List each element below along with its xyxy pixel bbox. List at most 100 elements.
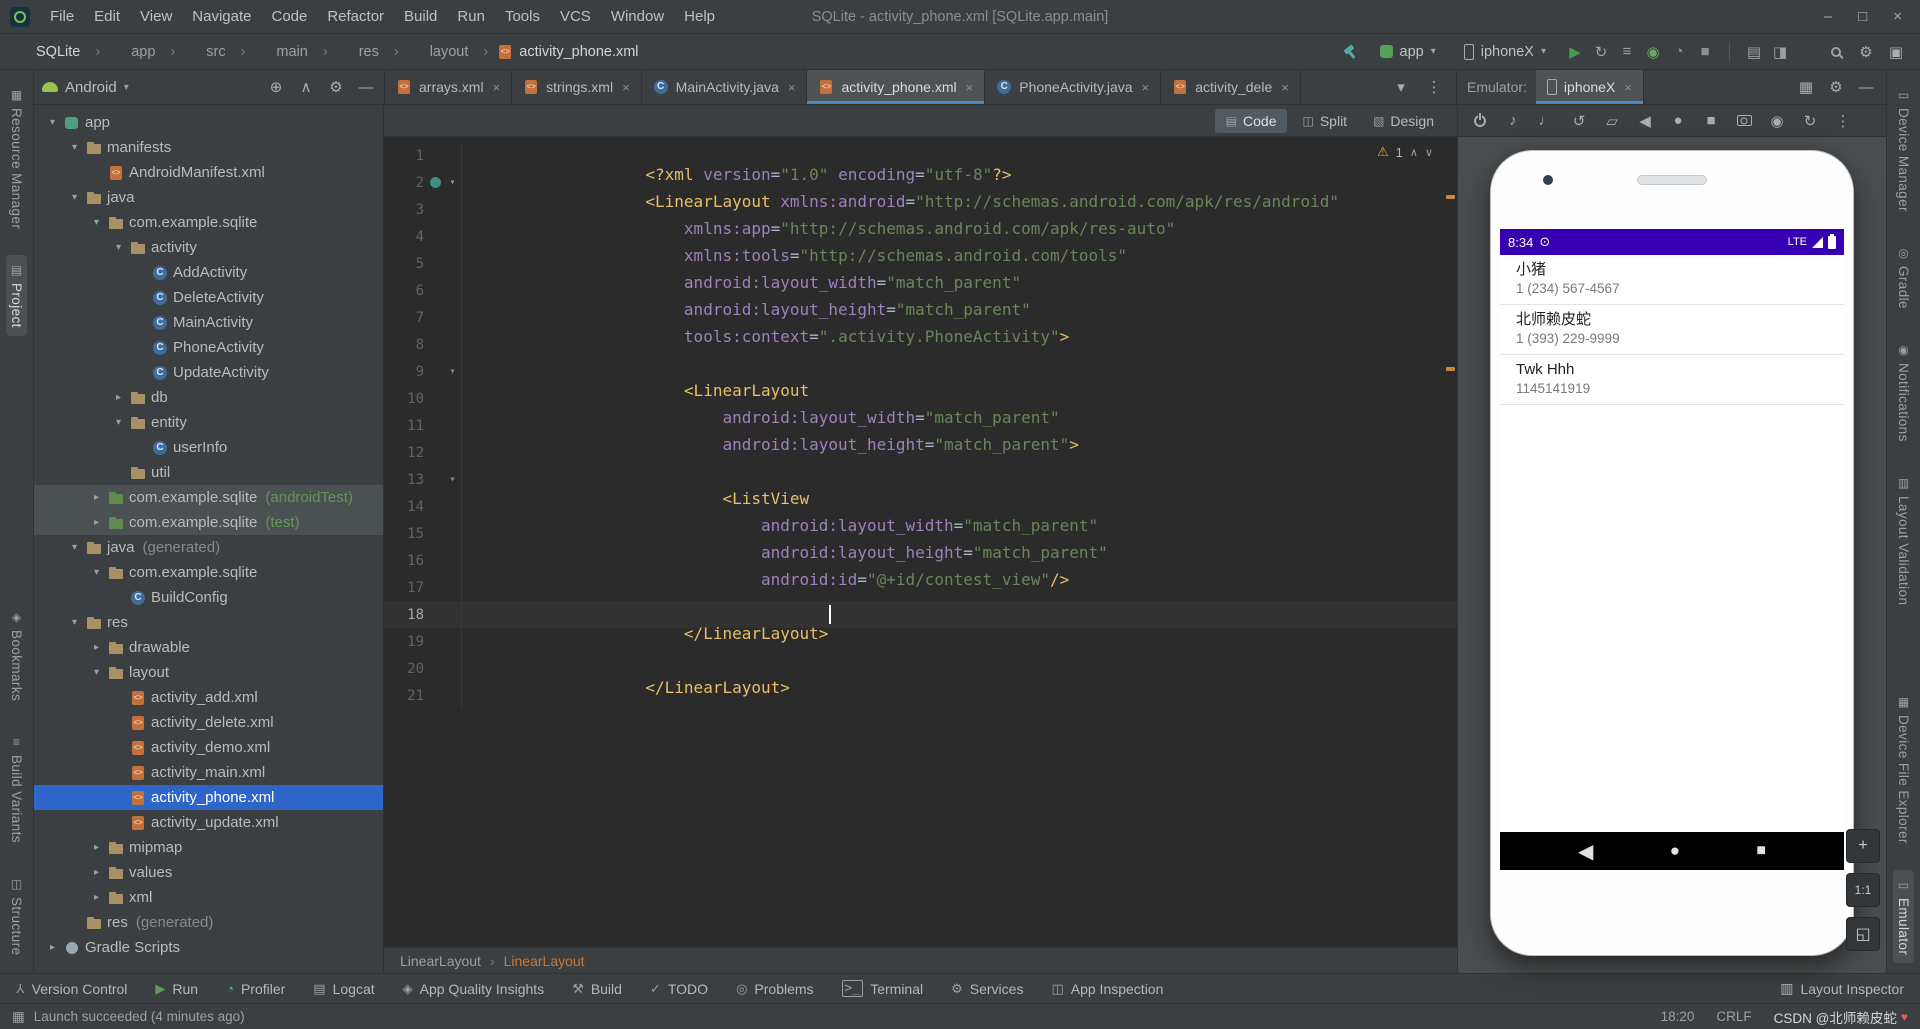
fold-icon[interactable]	[444, 466, 462, 493]
tree-chevron-icon[interactable]	[46, 942, 59, 953]
stripe-bookmarks[interactable]: ◈ Bookmarks	[6, 602, 27, 709]
menu-item[interactable]: VCS	[550, 3, 601, 30]
fold-icon[interactable]	[444, 493, 462, 520]
editor-tab[interactable]: strings.xml ×	[512, 70, 642, 104]
tree-row[interactable]: com.example.sqlite	[34, 210, 383, 235]
window-layout-icon[interactable]: ▣	[1886, 42, 1906, 62]
next-issue-icon[interactable]: ∨	[1425, 146, 1433, 159]
stripe-project[interactable]: ▤ Project	[6, 255, 27, 337]
fold-icon[interactable]	[444, 142, 462, 169]
pin-icon[interactable]: ◨	[1770, 42, 1790, 62]
fold-icon[interactable]	[444, 385, 462, 412]
locate-file-icon[interactable]: ⊕	[266, 77, 286, 97]
tree-chevron-icon[interactable]	[90, 867, 103, 878]
stripe-device-file-explorer[interactable]: ▦ Device File Explorer	[1893, 687, 1914, 852]
prev-issue-icon[interactable]: ∧	[1410, 146, 1418, 159]
menu-item[interactable]: Window	[601, 3, 674, 30]
tree-row[interactable]: AddActivity	[34, 260, 383, 285]
profile-icon[interactable]: ◔	[1669, 42, 1689, 62]
run-config-dropdown[interactable]: app ▾	[1371, 40, 1445, 64]
close-icon[interactable]: ×	[1624, 80, 1632, 95]
attach-debugger-icon[interactable]: ≡	[1617, 42, 1637, 62]
fold-icon[interactable]	[444, 331, 462, 358]
screen-record-icon[interactable]: ◉	[1767, 111, 1787, 131]
power-icon[interactable]	[1470, 111, 1490, 131]
tree-row[interactable]: activity	[34, 235, 383, 260]
tree-row[interactable]: activity_phone.xml	[34, 785, 383, 810]
tree-chevron-icon[interactable]	[90, 892, 103, 903]
fold-icon[interactable]	[444, 358, 462, 385]
menu-item[interactable]: Code	[261, 3, 317, 30]
tree-row[interactable]: BuildConfig	[34, 585, 383, 610]
tree-row[interactable]: MainActivity	[34, 310, 383, 335]
tree-chevron-icon[interactable]	[90, 642, 103, 653]
fold-icon[interactable]	[444, 655, 462, 682]
scrollbar-warning-mark[interactable]	[1446, 367, 1455, 371]
breadcrumb[interactable]: layout	[408, 44, 498, 60]
tool-window-button[interactable]: ⚒ Build	[572, 980, 622, 997]
tree-row[interactable]: PhoneActivity	[34, 335, 383, 360]
Twk Hhh[interactable]: Twk Hhh 1145141919	[1500, 355, 1844, 405]
tree-row[interactable]: com.example.sqlite (androidTest)	[34, 485, 383, 510]
breadcrumb[interactable]: src	[184, 44, 254, 60]
editor-tab[interactable]: arrays.xml ×	[385, 70, 513, 104]
fold-icon[interactable]	[444, 169, 462, 196]
tree-chevron-icon[interactable]	[112, 392, 125, 403]
fold-icon[interactable]	[444, 223, 462, 250]
fold-icon[interactable]: ▱	[1602, 111, 1622, 131]
tree-row[interactable]: res	[34, 610, 383, 635]
menu-item[interactable]: Navigate	[182, 3, 261, 30]
tree-row[interactable]: activity_demo.xml	[34, 735, 383, 760]
hide-panel-icon[interactable]: —	[356, 77, 376, 97]
apply-changes-icon[interactable]: ↻	[1591, 42, 1611, 62]
tree-chevron-icon[interactable]	[46, 117, 59, 128]
menu-item[interactable]: Edit	[84, 3, 130, 30]
fold-icon[interactable]	[444, 439, 462, 466]
run-icon[interactable]: ▶	[1565, 42, 1585, 62]
stripe-device-manager[interactable]: ▭ Device Manager	[1893, 80, 1914, 220]
editor-tab[interactable]: activity_dele ×	[1161, 70, 1301, 104]
fold-icon[interactable]	[444, 682, 462, 709]
tree-row[interactable]: mipmap	[34, 835, 383, 860]
grid-icon[interactable]: ▦	[1796, 77, 1816, 97]
fold-icon[interactable]	[444, 520, 462, 547]
hidden-tabs-icon[interactable]: ▾	[1391, 77, 1411, 97]
more-icon[interactable]: ⋮	[1833, 111, 1853, 131]
tree-row[interactable]: activity_update.xml	[34, 810, 383, 835]
close-icon[interactable]: ×	[1142, 80, 1150, 95]
phone-screen[interactable]: 8:34 ⊙ LTE 小猪 1 (234) 567-4567 北师赖皮蛇 1 (…	[1500, 229, 1844, 870]
tree-row[interactable]: userInfo	[34, 435, 383, 460]
tool-window-button[interactable]: ◎ Problems	[736, 980, 813, 997]
view-options-icon[interactable]: ⚙	[326, 77, 346, 97]
stripe-structure[interactable]: ◫ Structure	[6, 869, 27, 963]
hide-emulator-icon[interactable]: —	[1856, 77, 1876, 97]
build-hammer-icon[interactable]	[1341, 42, 1361, 62]
overview-icon[interactable]: ■	[1701, 111, 1721, 131]
tree-row[interactable]: res (generated)	[34, 910, 383, 935]
tool-window-button[interactable]: ⚙ Services	[951, 980, 1023, 997]
breadcrumb[interactable]: app	[109, 44, 184, 60]
tool-window-button[interactable]: ◫ App Inspection	[1051, 980, 1163, 997]
close-icon[interactable]: ×	[493, 80, 501, 95]
fold-icon[interactable]	[444, 601, 462, 628]
view-mode-button[interactable]: ◫ Split	[1291, 109, 1358, 133]
xml-breadcrumb[interactable]: LinearLayout	[400, 953, 504, 969]
stripe-emulator[interactable]: ▭ Emulator	[1893, 869, 1914, 963]
breadcrumb[interactable]: res	[337, 44, 408, 60]
volume-down-icon[interactable]: ♩	[1536, 111, 1556, 131]
view-mode-button[interactable]: ▧ Design	[1362, 109, 1445, 133]
home-icon[interactable]: ●	[1670, 841, 1680, 861]
tool-window-button[interactable]: ▶ Run	[155, 980, 198, 997]
tool-window-button[interactable]: ✓ TODO	[650, 980, 708, 997]
tree-row[interactable]: activity_add.xml	[34, 685, 383, 710]
close-icon[interactable]: ×	[622, 80, 630, 95]
back-icon[interactable]: ◀	[1578, 839, 1593, 864]
tree-row[interactable]: AndroidManifest.xml	[34, 160, 383, 185]
zoom-fit-button[interactable]: ◱	[1846, 917, 1880, 951]
fold-icon[interactable]	[444, 277, 462, 304]
tree-chevron-icon[interactable]	[90, 517, 103, 528]
chevron-down-icon[interactable]: ▾	[124, 82, 129, 93]
tool-window-button[interactable]: ◔ Profiler	[226, 980, 285, 997]
scrollbar-warning-mark[interactable]	[1446, 195, 1455, 199]
close-button[interactable]: ×	[1893, 8, 1902, 25]
